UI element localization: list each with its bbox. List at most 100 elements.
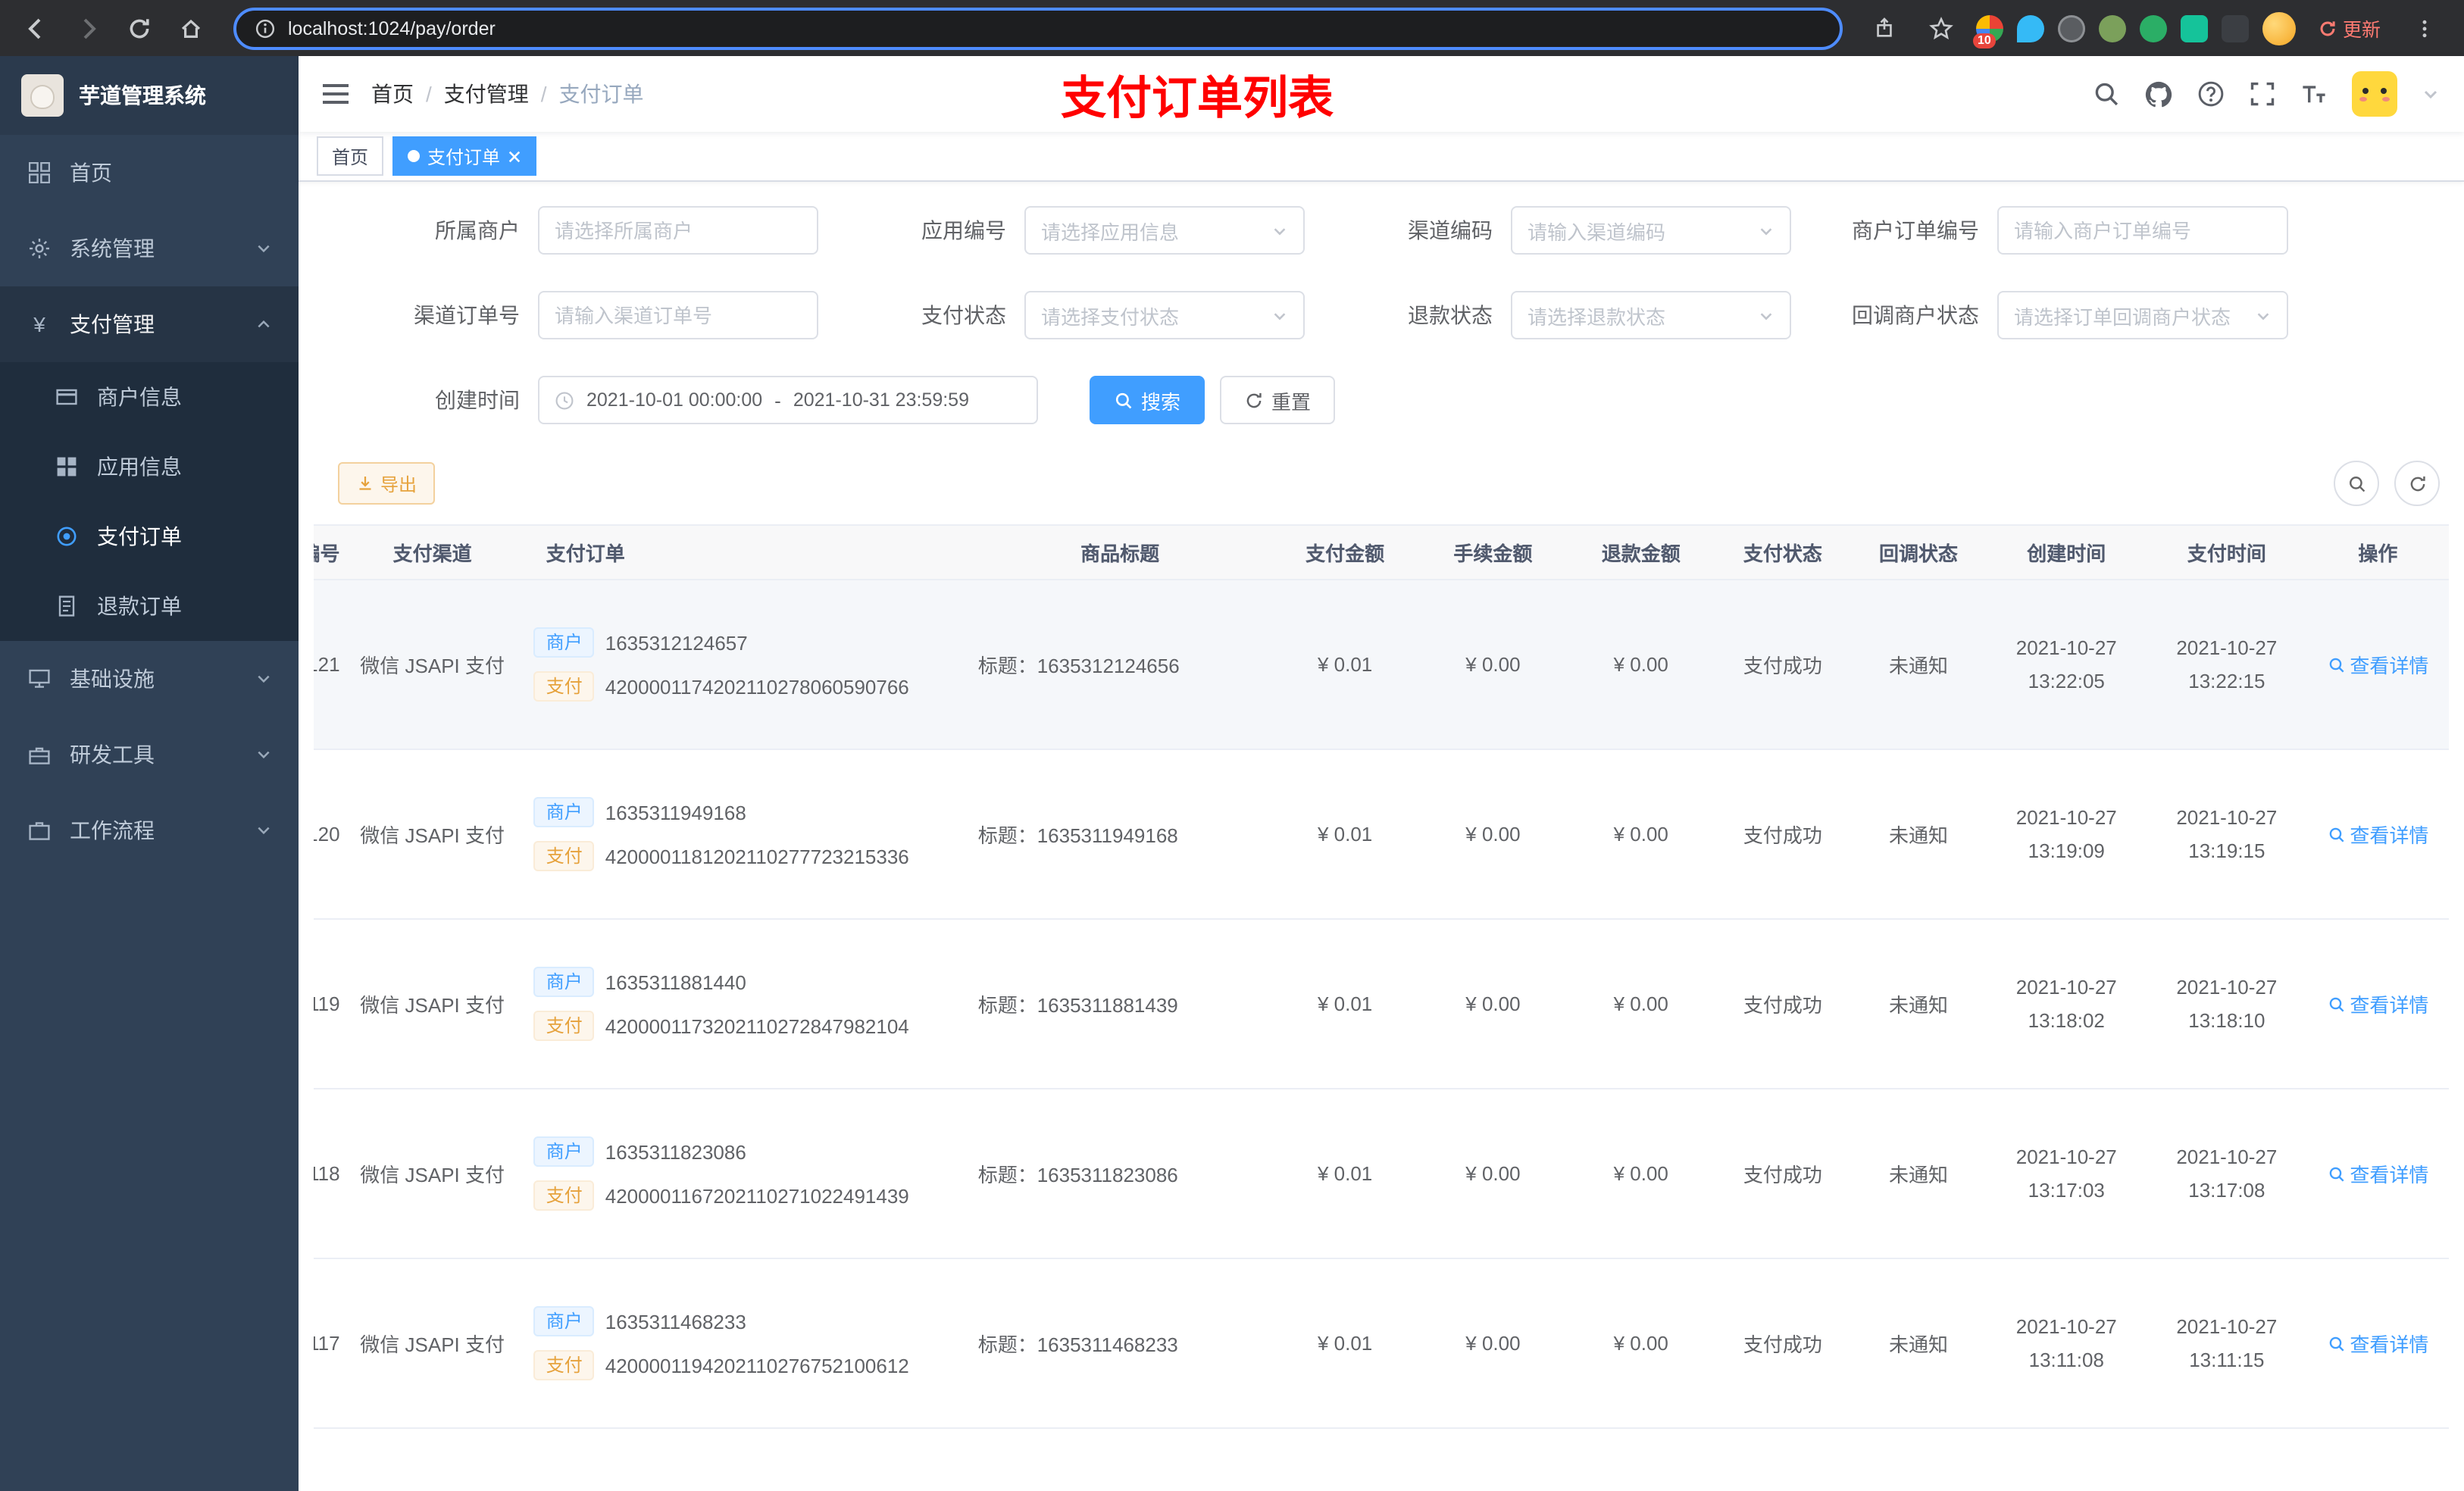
briefcase-icon	[27, 818, 52, 842]
dashboard-icon	[27, 161, 52, 185]
merchant-tag: 商户	[533, 1136, 595, 1167]
site-info-icon[interactable]	[255, 17, 276, 39]
table-row: 118 微信 JSAPI 支付 商户1635311823086 支付420000…	[314, 1089, 2449, 1259]
refresh-button[interactable]	[2394, 461, 2440, 506]
share-icon[interactable]	[1864, 7, 1906, 49]
app-logo[interactable]: 芋道管理系统	[0, 56, 299, 135]
breadcrumb-separator: /	[426, 82, 432, 106]
sidebar-item-merchant-info[interactable]: 商户信息	[0, 362, 299, 432]
sidebar-item-home[interactable]: 首页	[0, 135, 299, 211]
merchant-input[interactable]	[538, 206, 818, 255]
browser-actions: 10 更新	[1864, 7, 2449, 49]
merchant-order-no-input[interactable]	[1997, 206, 2288, 255]
filter-form: 所属商户 应用编号 请选择应用信息 渠道编码	[314, 206, 2449, 424]
view-detail-link[interactable]: 查看详情	[2327, 1329, 2428, 1358]
sidebar-item-app-info[interactable]: 应用信息	[0, 432, 299, 502]
extension-colorful-icon[interactable]: 10	[1972, 14, 2003, 48]
merchant-tag: 商户	[533, 797, 595, 827]
browser-home-icon[interactable]	[170, 7, 212, 49]
sidebar-item-pay-order[interactable]: 支付订单	[0, 502, 299, 571]
help-icon[interactable]	[2197, 80, 2225, 108]
merchant-tag: 商户	[533, 627, 595, 658]
view-detail-link[interactable]: 查看详情	[2327, 1159, 2428, 1188]
sidebar-item-label: 支付管理	[70, 312, 155, 336]
col-fee: 手续金额	[1418, 524, 1568, 580]
reset-button[interactable]: 重置	[1220, 376, 1336, 424]
url-text: localhost:1024/pay/order	[288, 17, 496, 39]
caret-down-icon[interactable]	[2422, 85, 2440, 103]
user-avatar[interactable]	[2352, 71, 2397, 117]
browser-profile-avatar[interactable]	[2262, 11, 2296, 45]
sidebar-item-payment[interactable]: ¥ 支付管理	[0, 286, 299, 362]
browser-forward-icon[interactable]	[67, 7, 109, 49]
merchant-no: 1635312124657	[605, 631, 748, 654]
content: 所属商户 应用编号 请选择应用信息 渠道编码	[299, 182, 2464, 1491]
app-title: 芋道管理系统	[79, 83, 206, 108]
view-detail-link[interactable]: 查看详情	[2327, 820, 2428, 849]
browser-update-button[interactable]: 更新	[2309, 9, 2390, 47]
col-ptime: 支付时间	[2147, 524, 2307, 580]
tab-pay-order[interactable]: 支付订单	[392, 136, 537, 176]
breadcrumb-separator: /	[540, 82, 547, 106]
extension-check-icon[interactable]	[2139, 14, 2167, 42]
notify-status-select[interactable]: 请选择订单回调商户状态	[1997, 291, 2288, 339]
filter-label: 渠道编码	[1408, 218, 1493, 242]
refund-status-select[interactable]: 请选择退款状态	[1511, 291, 1791, 339]
chevron-down-icon	[1758, 307, 1775, 324]
github-icon[interactable]	[2144, 80, 2173, 108]
sidebar-item-label: 首页	[70, 161, 112, 185]
browser-reload-icon[interactable]	[118, 7, 161, 49]
sidebar-item-label: 研发工具	[70, 742, 155, 767]
merchant-no: 1635311468233	[605, 1310, 746, 1333]
sidebar-item-infra[interactable]: 基础设施	[0, 641, 299, 717]
sidebar-item-system[interactable]: 系统管理	[0, 211, 299, 286]
col-channel: 支付渠道	[339, 524, 525, 580]
col-order: 支付订单	[524, 524, 969, 580]
channel-code-select[interactable]: 请输入渠道编码	[1511, 206, 1791, 255]
extension-pin-icon[interactable]	[2221, 14, 2249, 42]
breadcrumb-home[interactable]: 首页	[371, 79, 414, 109]
pay-no: 4200001167202110271022491439	[605, 1184, 909, 1207]
sidebar-item-label: 商户信息	[97, 385, 182, 409]
export-button[interactable]: 导出	[338, 462, 436, 505]
view-detail-link[interactable]: 查看详情	[2327, 650, 2428, 679]
sidebar-item-devtools[interactable]: 研发工具	[0, 717, 299, 792]
font-size-icon[interactable]	[2300, 80, 2328, 108]
table-tools	[2334, 461, 2449, 506]
merchant-tag: 商户	[533, 967, 595, 997]
breadcrumb: 首页 / 支付管理 / 支付订单	[371, 79, 644, 109]
extension-drop-icon[interactable]	[2016, 14, 2044, 42]
browser-menu-icon[interactable]	[2403, 7, 2446, 49]
filter-label: 渠道订单号	[414, 303, 520, 327]
close-icon[interactable]	[508, 149, 521, 163]
col-action: 操作	[2306, 524, 2449, 580]
search-icon[interactable]	[2093, 80, 2120, 108]
extension-chat-icon[interactable]	[2180, 14, 2208, 42]
sidebar-item-label: 系统管理	[70, 236, 155, 261]
create-time-range[interactable]: 2021-10-01 00:00:00 - 2021-10-31 23:59:5…	[538, 376, 1038, 424]
chevron-down-icon	[1271, 222, 1288, 239]
sidebar-item-workflow[interactable]: 工作流程	[0, 792, 299, 868]
view-detail-link[interactable]: 查看详情	[2327, 989, 2428, 1018]
url-bar[interactable]: localhost:1024/pay/order	[233, 7, 1843, 49]
pay-status-select[interactable]: 请选择支付状态	[1024, 291, 1305, 339]
breadcrumb-payment[interactable]: 支付管理	[444, 79, 529, 109]
monitor-icon	[27, 667, 52, 691]
fullscreen-icon[interactable]	[2249, 80, 2276, 108]
sidebar-item-refund-order[interactable]: 退款订单	[0, 571, 299, 641]
breadcrumb-current: 支付订单	[558, 82, 644, 106]
toggle-search-button[interactable]	[2334, 461, 2379, 506]
hamburger-icon[interactable]	[323, 82, 350, 106]
update-label: 更新	[2342, 20, 2381, 41]
sidebar-item-label: 应用信息	[97, 455, 182, 479]
app-select[interactable]: 请选择应用信息	[1024, 206, 1305, 255]
extension-globe-icon[interactable]	[2057, 14, 2085, 42]
bookmark-star-icon[interactable]	[1920, 7, 1962, 49]
search-button[interactable]: 搜索	[1090, 376, 1205, 424]
main-area: 首页 / 支付管理 / 支付订单 支付订单列表 首页 支付订单 所属商户 请选择…	[299, 56, 2464, 1491]
channel-order-no-input[interactable]	[538, 291, 818, 339]
tab-home[interactable]: 首页	[317, 136, 384, 176]
filter-label: 退款状态	[1408, 303, 1493, 327]
extension-circle-icon[interactable]	[2098, 14, 2126, 42]
browser-back-icon[interactable]	[15, 7, 58, 49]
